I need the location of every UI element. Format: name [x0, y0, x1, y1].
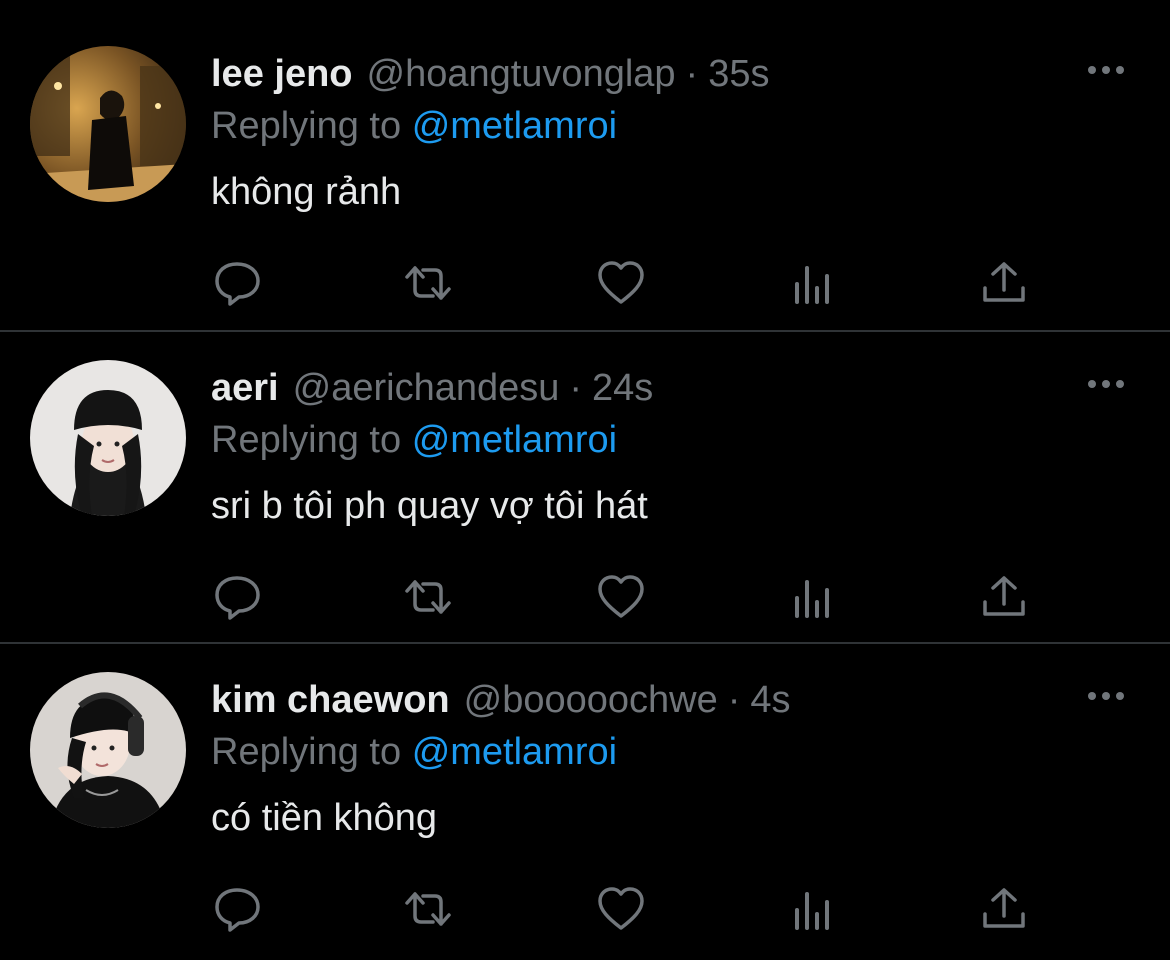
replying-prefix: Replying to — [211, 105, 402, 147]
avatar[interactable] — [30, 46, 186, 202]
avatar-night-street-photo — [30, 46, 186, 202]
user-handle[interactable]: @aerichandesu — [293, 364, 560, 412]
separator-dot: · — [569, 367, 583, 409]
tweet-item[interactable]: kim chaewon @booooochwe · 4s Replying to… — [0, 644, 1170, 958]
avatar-girl-black-beanie — [30, 360, 186, 516]
mention-link[interactable]: @metlamroi — [412, 419, 617, 461]
replying-to: Replying to @metlamroi — [211, 102, 617, 150]
tweet-actions — [0, 572, 1170, 622]
replying-prefix: Replying to — [211, 419, 402, 461]
user-handle[interactable]: @hoangtuvonglap — [367, 50, 676, 98]
reply-bubble-icon[interactable] — [212, 572, 262, 622]
avatar-girl-headphones — [30, 672, 186, 828]
retweet-icon[interactable] — [403, 258, 453, 308]
share-upload-icon[interactable] — [979, 258, 1029, 308]
heart-icon[interactable] — [596, 884, 646, 934]
display-name[interactable]: aeri — [211, 364, 279, 412]
user-handle[interactable]: @booooochwe — [464, 676, 718, 724]
tweet-header: kim chaewon @booooochwe · 4s — [211, 676, 791, 724]
avatar[interactable] — [30, 360, 186, 516]
timestamp[interactable]: 24s — [592, 364, 653, 412]
display-name[interactable]: lee jeno — [211, 50, 353, 98]
reply-bubble-icon[interactable] — [212, 884, 262, 934]
reply-feed: lee jeno @hoangtuvonglap · 35s Replying … — [0, 0, 1170, 960]
avatar[interactable] — [30, 672, 186, 828]
tweet-text: sri b tôi ph quay vợ tôi hát — [211, 485, 648, 527]
tweet-item[interactable]: aeri @aerichandesu · 24s Replying to @me… — [0, 332, 1170, 644]
heart-icon[interactable] — [596, 572, 646, 622]
tweet-text: có tiền không — [211, 797, 438, 839]
replying-to: Replying to @metlamroi — [211, 416, 617, 464]
more-dots-icon[interactable] — [1086, 684, 1126, 708]
tweet-header: aeri @aerichandesu · 24s — [211, 364, 653, 412]
mention-link[interactable]: @metlamroi — [412, 731, 617, 773]
tweet-actions — [0, 884, 1170, 934]
timestamp[interactable]: 35s — [708, 50, 769, 98]
share-upload-icon[interactable] — [979, 572, 1029, 622]
views-bars-icon[interactable] — [788, 884, 838, 934]
tweet-header: lee jeno @hoangtuvonglap · 35s — [211, 50, 769, 98]
reply-bubble-icon[interactable] — [212, 258, 262, 308]
separator-dot: · — [685, 53, 699, 95]
views-bars-icon[interactable] — [788, 572, 838, 622]
replying-to: Replying to @metlamroi — [211, 728, 617, 776]
more-dots-icon[interactable] — [1086, 58, 1126, 82]
display-name[interactable]: kim chaewon — [211, 676, 450, 724]
tweet-actions — [0, 258, 1170, 308]
mention-link[interactable]: @metlamroi — [412, 105, 617, 147]
views-bars-icon[interactable] — [788, 258, 838, 308]
more-dots-icon[interactable] — [1086, 372, 1126, 396]
share-upload-icon[interactable] — [979, 884, 1029, 934]
tweet-item[interactable]: lee jeno @hoangtuvonglap · 35s Replying … — [0, 18, 1170, 332]
retweet-icon[interactable] — [403, 884, 453, 934]
replying-prefix: Replying to — [211, 731, 402, 773]
tweet-text: không rảnh — [211, 171, 402, 213]
timestamp[interactable]: 4s — [750, 676, 790, 724]
separator-dot: · — [727, 679, 741, 721]
heart-icon[interactable] — [596, 258, 646, 308]
retweet-icon[interactable] — [403, 572, 453, 622]
